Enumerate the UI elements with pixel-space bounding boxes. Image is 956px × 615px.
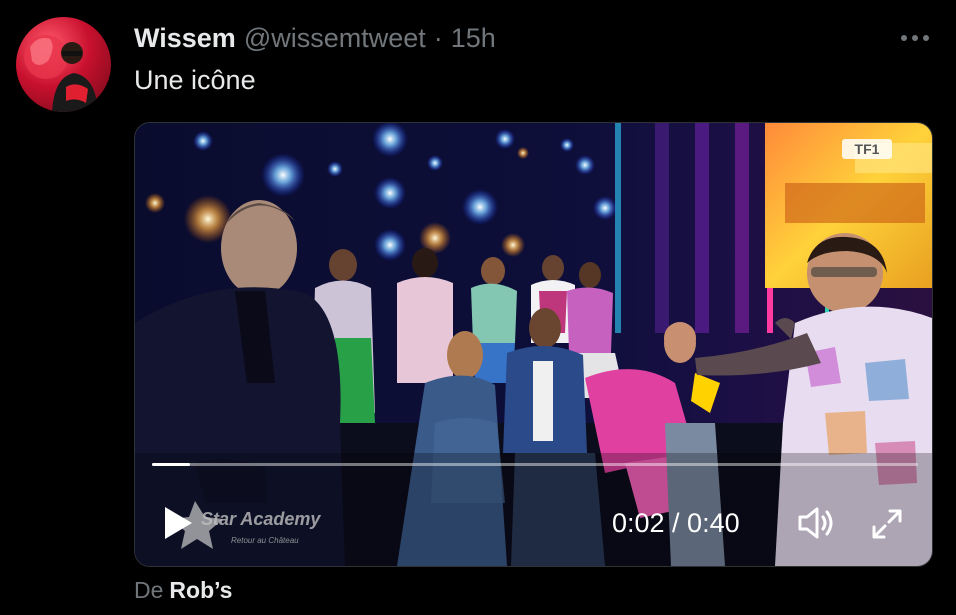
media-attribution: De Rob’s [134,574,232,606]
play-button[interactable] [161,504,195,542]
play-icon [161,507,195,546]
video-frame: TF1 Star Academy Retour au Château [135,123,932,566]
video-progress-fill [152,463,191,466]
video-progress-bar[interactable] [152,463,918,466]
fullscreen-icon [870,509,904,545]
attribution-prefix: De [134,577,164,603]
tweet-text: Une icône [134,65,256,95]
video-player[interactable]: TF1 Star Academy Retour au Château 0:02 … [134,122,933,567]
more-options-button[interactable] [898,22,932,54]
attribution-source-link[interactable]: Rob’s [169,577,232,603]
header-separator: · [433,23,443,53]
channel-logo: TF1 [855,141,880,157]
video-time-display: 0:02 / 0:40 [612,508,740,538]
tweet-timestamp[interactable]: 15h [451,20,496,56]
author-display-name[interactable]: Wissem [134,20,236,56]
tweet-header: Wissem @wissemtweet · 15h [134,20,496,56]
volume-button[interactable] [797,505,837,541]
author-avatar[interactable] [16,17,111,112]
author-handle[interactable]: @wissemtweet [244,20,426,56]
volume-icon [797,507,837,545]
fullscreen-button[interactable] [870,507,904,541]
more-horizontal-icon [900,34,930,42]
